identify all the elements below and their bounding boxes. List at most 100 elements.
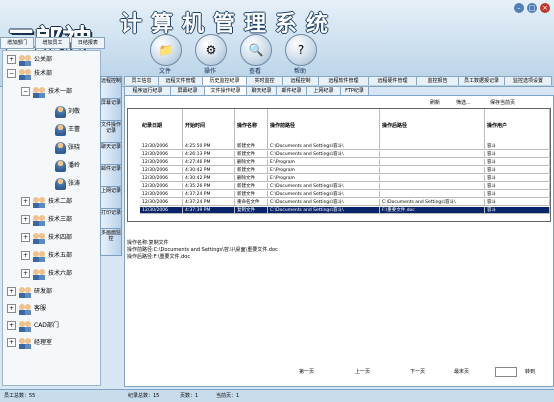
table-row[interactable]: 12/30/2006 4:25:50 PM 新建文件 C:\Documents and… [128,143,550,150]
tree-department[interactable]: + 客服 [7,302,46,316]
main-tab[interactable]: 远程软件管理 [318,76,369,85]
vertical-tab[interactable]: 屏幕记录 [100,98,122,122]
filter-link[interactable]: 筛选... [456,99,471,106]
table-row[interactable]: 12/30/2006 4:37:39 PM 复制文件 C:\Documents and… [128,207,550,214]
tree-department[interactable]: + 经理室 [7,336,52,350]
sub-tabs: 程序运行纪录 屏幕纪录 文件操作纪录 聊天纪录 邮件纪录 上网纪录 FTP纪录 [124,86,552,95]
table-row[interactable]: 12/30/2006 4:35:26 PM 新建文件 C:\Documents and… [128,183,550,190]
save-page-link[interactable]: 保存当前页 [490,99,515,106]
column-header[interactable]: 纪录日期 [140,109,183,143]
main-tab[interactable]: 员工数据报记录 [458,76,505,85]
tree-department[interactable]: + 技术五部 [21,249,72,263]
main-tab[interactable]: 远程控制 [282,76,319,85]
column-header[interactable]: 操作用户 [485,109,550,143]
tree-department[interactable]: − 技术部 [7,67,52,81]
table-cell [380,143,485,150]
file-toolbar-button[interactable]: 📁 [150,34,182,66]
sub-tab[interactable]: FTP纪录 [340,86,369,95]
refresh-link[interactable]: 刷新 [430,99,440,106]
last-page-link[interactable]: 最末页 [454,368,469,375]
expand-icon[interactable]: + [7,338,16,347]
minimize-button[interactable]: – [514,3,524,13]
table-row[interactable]: 12/30/2006 4:30:42 PM 新建文件 E:\Program 容斗 [128,167,550,174]
close-button[interactable]: × [540,3,550,13]
expand-icon[interactable]: + [7,55,16,64]
tree-employee[interactable]: 张涛 [55,177,80,191]
expand-icon[interactable]: + [21,215,30,224]
column-header[interactable]: 操作前路径 [268,109,380,143]
record-count: 纪录总数：15 [128,393,160,399]
view-toolbar-label: 查看 [248,68,261,75]
vertical-tab[interactable]: 上网记录 [100,186,122,210]
goto-link[interactable]: 转到 [525,368,535,375]
table-row[interactable]: 12/30/2006 4:37:24 PM 新建文件 C:\Documents and… [128,191,550,198]
main-tabs: 员工信息 远程文件管理 历史监控纪录 实时监控 远程控制 远程软件管理 远程硬件管理 监控报告… [124,76,552,85]
prev-page-link[interactable]: 上一页 [355,368,370,375]
main-tab[interactable]: 远程文件管理 [158,76,203,85]
expand-icon[interactable]: + [21,251,30,260]
collapse-icon[interactable]: − [7,69,16,78]
add-department-tab[interactable]: 增加部门 [0,37,35,49]
main-tab[interactable]: 实时监控 [246,76,283,85]
tree-department[interactable]: + 研发部 [7,285,52,299]
table-row[interactable]: 12/30/2006 4:26:13 PM 新建文件 C:\Documents and… [128,151,550,158]
tree-employee[interactable]: 潘岭 [55,159,80,173]
tree-department[interactable]: + 技术六部 [21,267,72,281]
daily-report-tab[interactable]: 日结报表 [70,37,105,49]
main-tab[interactable]: 监控选项设置 [504,76,552,85]
vertical-tab[interactable]: 多画面监控 [100,228,122,256]
tree-employee[interactable]: 张晓 [55,141,80,155]
expand-icon[interactable]: + [21,269,30,278]
help-toolbar-button[interactable]: ? [285,34,317,66]
view-toolbar-button[interactable]: 🔍 [240,34,272,66]
expand-icon[interactable]: + [7,304,16,313]
table-row[interactable]: 12/30/2006 4:30:42 PM 删除文件 E:\Program 容斗 [128,175,550,182]
expand-icon[interactable]: + [21,233,30,242]
sub-tab[interactable]: 程序运行纪录 [124,86,171,95]
vertical-tab[interactable]: 远程控制 [100,76,122,100]
table-cell: 12/30/2006 [140,191,183,198]
column-header[interactable]: 开始时间 [183,109,235,143]
main-tab[interactable]: 员工信息 [124,76,159,85]
tree-department[interactable]: − 技术一部 [21,85,72,99]
operate-toolbar-button[interactable]: ⚙ [195,34,227,66]
tree-department[interactable]: + CAD部门 [7,319,59,333]
table-row[interactable]: 12/30/2006 4:37:24 PM 重命名文件 C:\Documents an… [128,199,550,206]
table-cell: 12/30/2006 [140,151,183,158]
main-tab[interactable]: 远程硬件管理 [368,76,417,85]
sub-tab[interactable]: 文件操作纪录 [204,86,247,95]
sub-tab[interactable]: 聊天纪录 [246,86,277,95]
vertical-tab[interactable]: 打印记录 [100,208,122,230]
tree-department[interactable]: + 公关部 [7,53,52,67]
tree-department[interactable]: + 技术四部 [21,231,72,245]
tree-department[interactable]: + 技术三部 [21,213,72,227]
page-number-input[interactable] [495,367,517,377]
help-icon: ? [297,43,305,57]
group-icon [32,196,46,208]
expand-icon[interactable]: + [7,321,16,330]
collapse-icon[interactable]: − [21,87,30,96]
maximize-button[interactable]: □ [527,3,537,13]
tree-employee[interactable]: 刘敬 [55,105,80,119]
sub-tab[interactable]: 邮件纪录 [276,86,307,95]
vertical-tab[interactable]: 邮件记录 [100,164,122,188]
tree-node-label: 公关部 [34,56,53,63]
first-page-link[interactable]: 第一页 [299,368,314,375]
sub-tab[interactable]: 上网纪录 [306,86,341,95]
table-row[interactable]: 12/30/2006 4:27:46 PM 删除文件 E:\Program 容斗 [128,159,550,166]
expand-icon[interactable]: + [7,287,16,296]
tree-department[interactable]: + 技术二部 [21,195,72,209]
table-cell: 新建文件 [235,167,268,174]
column-header[interactable]: 操作后路径 [380,109,485,143]
main-tab[interactable]: 监控报告 [416,76,459,85]
add-employee-tab[interactable]: 增加员工 [35,37,70,49]
next-page-link[interactable]: 下一页 [410,368,425,375]
table-cell: 容斗 [485,183,550,190]
vertical-tab[interactable]: 文件操作记录 [100,120,122,144]
expand-icon[interactable]: + [21,197,30,206]
main-tab[interactable]: 历史监控纪录 [202,76,247,85]
column-header[interactable]: 操作名称 [235,109,268,143]
sub-tab[interactable]: 屏幕纪录 [170,86,205,95]
vertical-tab[interactable]: 聊天记录 [100,142,122,166]
tree-employee[interactable]: 王蕾 [55,123,80,137]
